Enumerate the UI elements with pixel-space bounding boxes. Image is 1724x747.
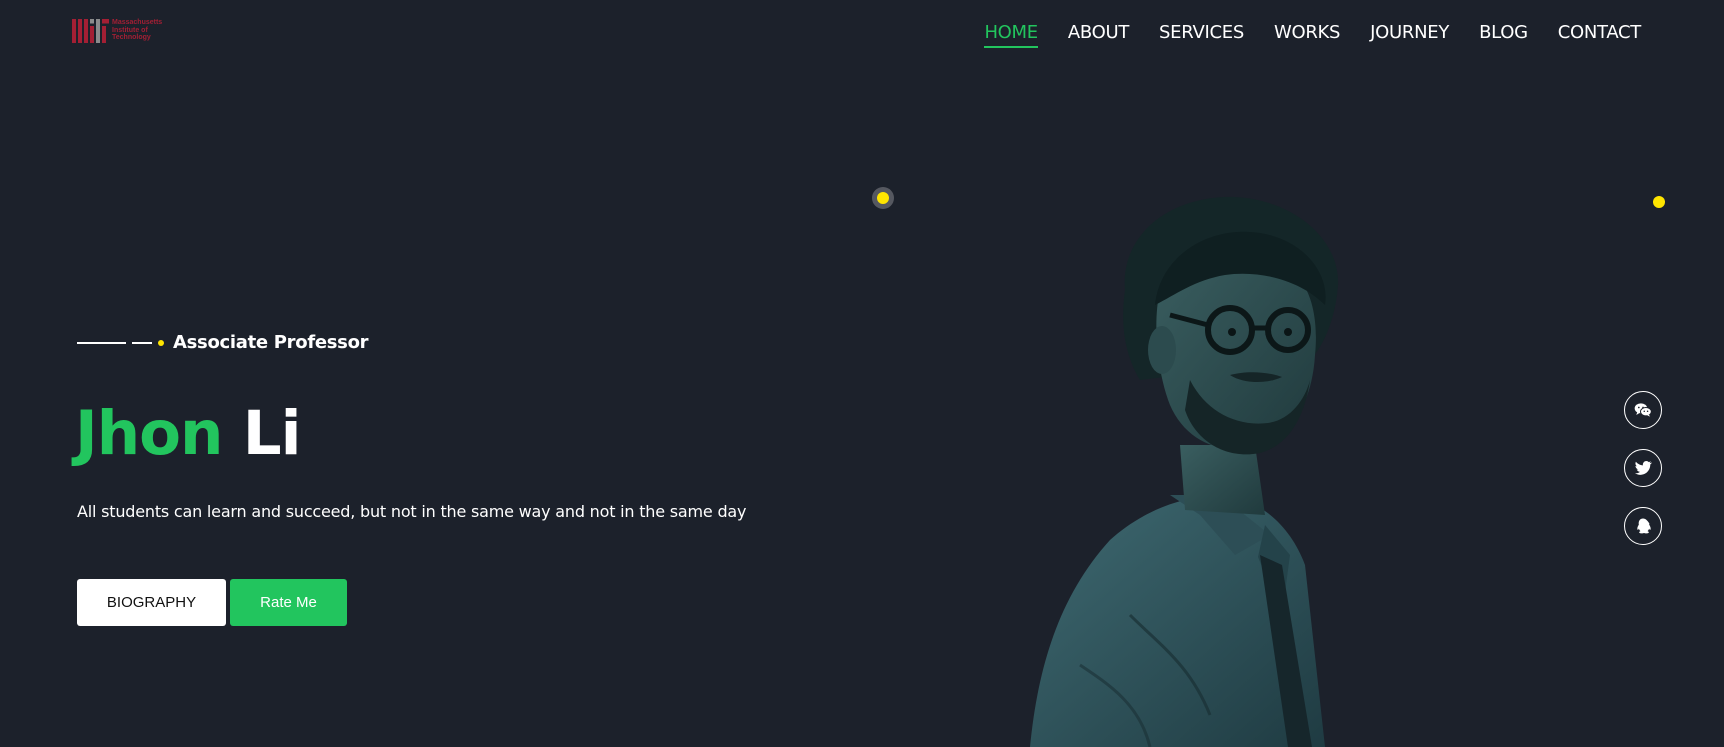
last-name: Li (242, 398, 302, 469)
biography-button[interactable]: BIOGRAPHY (77, 579, 226, 626)
hero-tagline: All students can learn and succeed, but … (77, 502, 747, 521)
nav-blog[interactable]: BLOG (1479, 22, 1528, 48)
decorative-line (132, 341, 152, 344)
professor-portrait (1030, 196, 1339, 747)
nav-home[interactable]: HOME (984, 22, 1038, 48)
qq-icon (1637, 518, 1651, 534)
logo-wordmark: Massachusetts Institute of Technology (112, 19, 162, 42)
twitter-icon (1635, 461, 1652, 475)
nav-journey[interactable]: JOURNEY (1370, 22, 1449, 48)
hero-name: Jhon Li (75, 398, 301, 470)
twitter-button[interactable] (1624, 449, 1662, 487)
subtitle-row: Associate Professor (77, 332, 369, 353)
decorative-line (77, 341, 126, 344)
mit-logo[interactable]: Massachusetts Institute of Technology (72, 19, 162, 43)
logo-line-2: Institute of (112, 26, 148, 34)
logo-line-3: Technology (112, 34, 151, 41)
logo-line-1: Massachusetts (112, 19, 163, 26)
first-name: Jhon (75, 398, 223, 469)
social-links (1624, 391, 1662, 545)
decorative-dot (877, 192, 889, 204)
wechat-icon (1634, 403, 1652, 417)
nav-works[interactable]: WORKS (1274, 22, 1341, 48)
wechat-button[interactable] (1624, 391, 1662, 429)
job-title: Associate Professor (173, 332, 369, 353)
decorative-dot (1653, 196, 1665, 208)
mit-logo-mark (72, 19, 109, 43)
nav-contact[interactable]: CONTACT (1558, 22, 1642, 48)
decorative-dot (158, 339, 164, 346)
main-nav: HOME ABOUT SERVICES WORKS JOURNEY BLOG C… (984, 22, 1641, 48)
nav-services[interactable]: SERVICES (1159, 22, 1244, 48)
qq-button[interactable] (1624, 507, 1662, 545)
rate-me-button[interactable]: Rate Me (230, 579, 347, 626)
nav-about[interactable]: ABOUT (1068, 22, 1129, 48)
